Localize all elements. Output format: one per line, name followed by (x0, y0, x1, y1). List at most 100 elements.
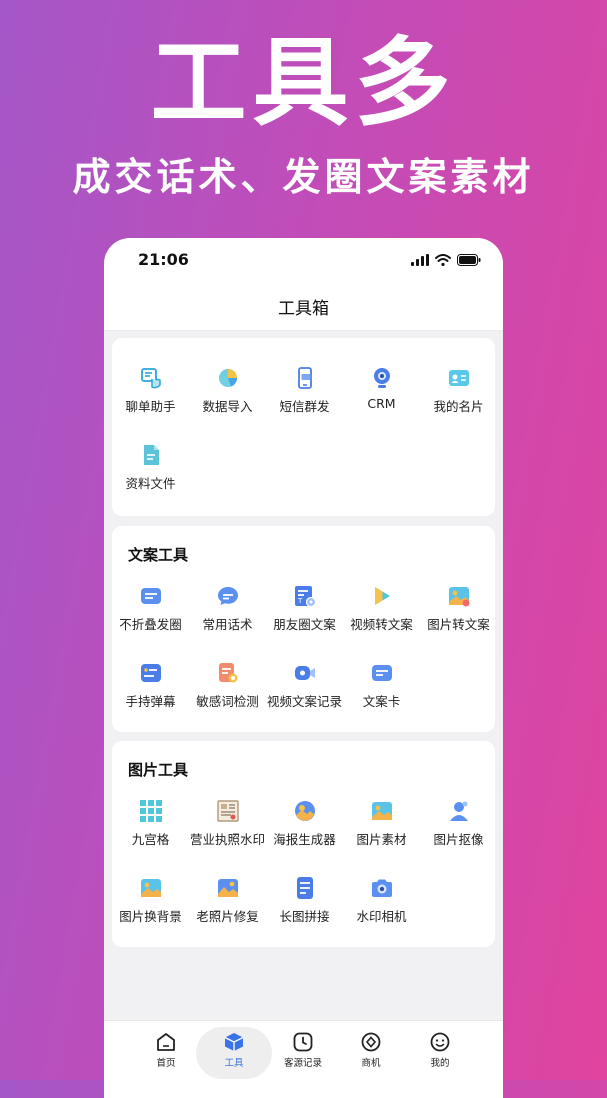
tool-sensitive-word-check[interactable]: 敏感词检测 (189, 661, 266, 721)
tool-label: 视频文案记录 (266, 694, 342, 709)
tool-image-cutout[interactable]: 图片抠像 (420, 799, 497, 859)
tab-label: 工具 (224, 1058, 244, 1069)
portrait-cutout-icon (449, 801, 468, 821)
tool-data-import[interactable]: 数据导入 (189, 366, 266, 426)
tool-crm[interactable]: CRM (343, 366, 420, 426)
text-settings-icon: T (294, 586, 316, 608)
pie-chart-icon (218, 369, 237, 387)
tool-image-to-text[interactable]: 图片转文案 (420, 584, 497, 644)
tool-video-to-text[interactable]: 视频转文案 (343, 584, 420, 644)
page-title: 工具箱 (278, 299, 329, 319)
section-card-image-tools: 图片工具 九宫格 营业执照水印 海报生成器 图片素材 图片抠像 图片换背景 老照… (112, 741, 495, 947)
picture-swap-icon (140, 879, 161, 897)
status-bar: 21:06 (104, 238, 503, 282)
danmaku-icon (140, 664, 161, 682)
tool-common-phrases[interactable]: 常用话术 (189, 584, 266, 644)
smiley-icon (430, 1032, 450, 1052)
photo-repair-icon (217, 879, 238, 897)
tab-label: 商机 (361, 1058, 381, 1069)
section-card-general: 聊单助手 数据导入 短信群发 CRM 我的名片 资料文件 (112, 338, 495, 516)
poster-icon (294, 801, 315, 821)
tab-customer-records[interactable]: 客源记录 (267, 1031, 339, 1077)
home-icon (157, 1033, 175, 1051)
card-icon (371, 665, 392, 681)
tool-files[interactable]: 资料文件 (112, 443, 189, 503)
tool-copy-card[interactable]: 文案卡 (343, 661, 420, 721)
play-icon (374, 587, 390, 605)
tool-label: 朋友圈文案 (273, 617, 336, 632)
message-box-icon (140, 588, 161, 604)
tool-handheld-danmaku[interactable]: 手持弹幕 (112, 661, 189, 721)
tool-sms-broadcast[interactable]: 短信群发 (266, 366, 343, 426)
bottom-tab-bar: 首页 工具 客源记录 商机 我的 (104, 1020, 503, 1098)
tool-long-image-stitch[interactable]: 长图拼接 (266, 876, 343, 936)
hero-subtitle: 成交话术、发圈文案素材 (72, 155, 535, 199)
tool-label: 海报生成器 (273, 832, 336, 847)
wifi-icon (435, 254, 451, 266)
tool-label: 水印相机 (356, 909, 407, 924)
hero-title: 工具多 (150, 27, 457, 139)
tab-label: 客源记录 (283, 1058, 322, 1069)
section-title: 文案工具 (128, 546, 189, 564)
tool-label: 老照片修复 (196, 909, 259, 924)
tool-label: 我的名片 (433, 399, 484, 414)
picture-icon (371, 802, 392, 820)
chat-hand-icon (140, 368, 161, 389)
svg-text:T: T (297, 597, 303, 605)
tool-moments-copy[interactable]: T 朋友圈文案 (266, 584, 343, 644)
tool-old-photo-repair[interactable]: 老照片修复 (189, 876, 266, 936)
tab-business[interactable]: 商机 (335, 1031, 407, 1077)
tool-label: 长图拼接 (279, 909, 330, 924)
tool-video-copy-record[interactable]: 视频文案记录 (266, 661, 343, 721)
grid-icon (139, 800, 162, 822)
tool-no-fold-post[interactable]: 不折叠发圈 (112, 584, 189, 644)
tool-change-background[interactable]: 图片换背景 (112, 876, 189, 936)
document-icon (143, 445, 159, 465)
tab-label: 我的 (430, 1058, 450, 1069)
id-card-icon (448, 370, 469, 386)
battery-icon (457, 254, 481, 266)
image-text-icon (448, 587, 469, 607)
phone-screen: 21:06 工具箱 聊单助手 数据导入 短信群发 CRM 我的名片 资料文件 文… (104, 238, 503, 1098)
tool-label: 聊单助手 (125, 399, 176, 414)
section-title: 图片工具 (128, 761, 189, 779)
tool-label: 资料文件 (125, 476, 176, 491)
tool-label: 数据导入 (202, 399, 253, 414)
tool-image-materials[interactable]: 图片素材 (343, 799, 420, 859)
tool-label: 文案卡 (362, 694, 401, 709)
tool-license-watermark[interactable]: 营业执照水印 (189, 799, 266, 859)
tool-label: 图片抠像 (433, 832, 484, 847)
signal-icon (411, 254, 429, 266)
tool-chat-assistant[interactable]: 聊单助手 (112, 366, 189, 426)
tab-mine[interactable]: 我的 (404, 1031, 476, 1077)
phone-sms-icon (297, 367, 312, 389)
tab-label: 首页 (156, 1058, 176, 1069)
tool-my-card[interactable]: 我的名片 (420, 366, 497, 426)
tool-label: 九宫格 (131, 832, 170, 847)
tool-label: 图片换背景 (119, 909, 182, 924)
tool-label: 图片素材 (356, 832, 407, 847)
tool-label: 不折叠发圈 (119, 617, 182, 632)
tool-nine-grid[interactable]: 九宫格 (112, 799, 189, 859)
nav-bar: 工具箱 (104, 282, 503, 331)
tool-watermark-camera[interactable]: 水印相机 (343, 876, 420, 936)
section-card-copywriting: 文案工具 不折叠发圈 常用话术 T 朋友圈文案 视频转文案 图片转文案 手持弹幕… (112, 526, 495, 732)
tool-label: CRM (367, 396, 396, 411)
clock-icon (293, 1032, 313, 1052)
tab-home[interactable]: 首页 (130, 1031, 202, 1077)
toolbox-icon (224, 1033, 244, 1051)
long-image-icon (296, 877, 313, 899)
tool-label: 图片转文案 (427, 617, 490, 632)
sensitive-check-icon (218, 663, 237, 683)
tool-poster-generator[interactable]: 海报生成器 (266, 799, 343, 859)
tool-label: 常用话术 (202, 617, 253, 632)
diamond-icon (361, 1032, 381, 1052)
speech-bubble-icon (217, 587, 238, 605)
tool-label: 短信群发 (279, 399, 330, 414)
license-icon (216, 800, 239, 822)
tool-label: 敏感词检测 (196, 694, 259, 709)
status-time: 21:06 (138, 250, 189, 269)
camera-icon (371, 879, 392, 897)
video-record-icon (294, 666, 315, 680)
tab-tools[interactable]: 工具 (198, 1031, 270, 1077)
